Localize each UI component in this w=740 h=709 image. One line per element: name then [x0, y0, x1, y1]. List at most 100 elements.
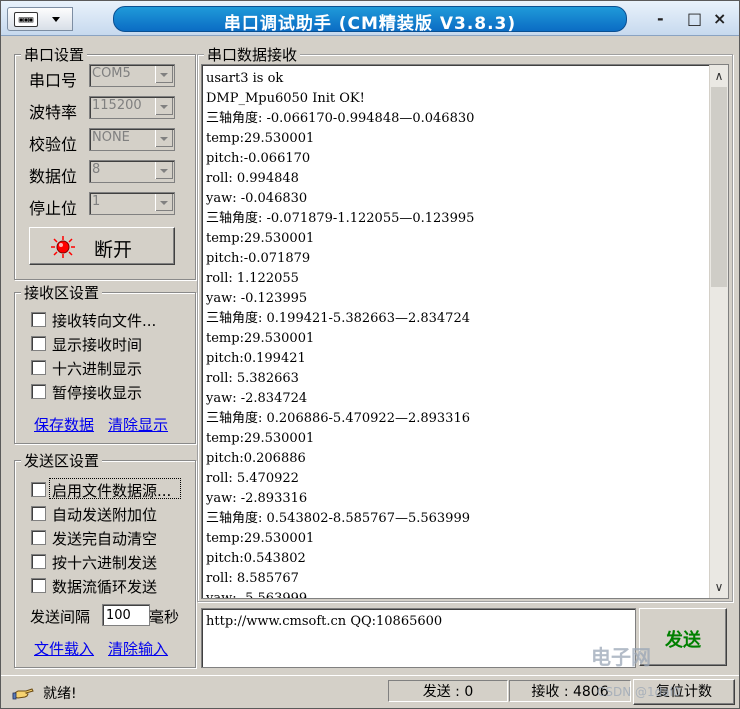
maximize-button[interactable]: □	[687, 9, 702, 28]
receive-settings-legend: 接收区设置	[21, 282, 103, 303]
stopbits-select[interactable]: 1	[89, 192, 175, 215]
keyboard-icon: ▣▣▣	[14, 12, 38, 27]
receive-line: pitch:-0.066170	[206, 151, 311, 166]
receive-lines: usart3 is ok DMP_Mpu6050 Init OK! 三轴角度: -0…	[206, 69, 706, 599]
title-pill: 串口调试助手 (CM精装版 V3.8.3)	[113, 6, 627, 34]
close-button[interactable]: ×	[713, 9, 726, 28]
window-title: 串口调试助手 (CM精装版 V3.8.3)	[223, 14, 517, 34]
send-button-label: 发送	[665, 630, 701, 651]
databits-value: 8	[92, 162, 101, 177]
hex-send-checkbox[interactable]	[31, 554, 46, 569]
receive-line: roll: 1.122055	[206, 271, 299, 286]
pause-receive-checkbox[interactable]	[31, 384, 46, 399]
receive-line: yaw: -2.834724	[206, 391, 308, 406]
loop-send-label: 数据流循环发送	[52, 578, 158, 596]
auto-clear-checkbox[interactable]	[31, 530, 46, 545]
port-value: COM5	[92, 66, 131, 81]
minimize-button[interactable]: -	[657, 9, 664, 28]
send-textarea[interactable]: http://www.cmsoft.cn QQ:10865600	[201, 608, 636, 668]
receive-line: yaw: -0.046830	[206, 191, 308, 206]
title-bar: ▣▣▣ 串口调试助手 (CM精装版 V3.8.3) - □ ×	[1, 1, 739, 36]
watermark-credit: CSDN @1dal0	[597, 685, 681, 699]
receive-line: 三轴角度: -0.071879-1.122055—0.123995	[206, 211, 475, 226]
chevron-down-icon	[52, 17, 60, 22]
status-led-icon	[51, 236, 75, 258]
show-receive-time-checkbox[interactable]	[31, 336, 46, 351]
status-ready: 就绪!	[43, 686, 77, 702]
chevron-down-icon[interactable]	[155, 130, 173, 147]
parity-label: 校验位	[29, 135, 78, 154]
receive-line: roll: 8.585767	[206, 571, 299, 586]
vertical-scrollbar[interactable]: ∧ ∨	[709, 65, 728, 598]
receive-line: temp:29.530001	[206, 231, 315, 246]
disconnect-label: 断开	[94, 239, 133, 261]
receive-textarea[interactable]: usart3 is ok DMP_Mpu6050 Init OK! 三轴角度: -0…	[201, 64, 729, 599]
pointing-hand-icon	[12, 688, 34, 700]
file-source-checkbox[interactable]	[31, 482, 46, 497]
auto-append-checkbox[interactable]	[31, 506, 46, 521]
focus-rect	[49, 478, 181, 499]
watermark-logo: 电子网	[591, 645, 651, 669]
interval-input[interactable]	[102, 604, 150, 626]
receive-area-legend: 串口数据接收	[204, 44, 301, 65]
receive-line: temp:29.530001	[206, 431, 315, 446]
receive-line: pitch:-0.071879	[206, 251, 311, 266]
stopbits-value: 1	[92, 194, 101, 209]
chevron-down-icon[interactable]	[155, 66, 173, 83]
receive-line: yaw: -2.893316	[206, 491, 308, 506]
auto-clear-label: 发送完自动清空	[52, 530, 158, 548]
receive-line: yaw: -5.563999	[206, 591, 308, 599]
receive-line: pitch:0.199421	[206, 351, 306, 366]
chevron-down-icon[interactable]	[155, 162, 173, 179]
parity-select[interactable]: NONE	[89, 128, 175, 151]
chevron-down-icon[interactable]	[155, 194, 173, 211]
hex-display-checkbox[interactable]	[31, 360, 46, 375]
receive-line: DMP_Mpu6050 Init OK!	[206, 91, 365, 106]
load-file-link[interactable]: 文件载入	[34, 638, 94, 659]
receive-line: pitch:0.206886	[206, 451, 306, 466]
receive-line: roll: 5.382663	[206, 371, 299, 386]
pause-receive-label: 暂停接收显示	[52, 384, 143, 402]
databits-select[interactable]: 8	[89, 160, 175, 183]
baud-label: 波特率	[29, 103, 78, 122]
receive-line: 三轴角度: 0.206886-5.470922—2.893316	[206, 411, 470, 426]
receive-line: roll: 5.470922	[206, 471, 299, 486]
send-button[interactable]: 发送	[639, 608, 727, 666]
receive-to-file-checkbox[interactable]	[31, 312, 46, 327]
serial-settings-legend: 串口设置	[21, 44, 88, 65]
parity-value: NONE	[92, 130, 130, 145]
loop-send-checkbox[interactable]	[31, 578, 46, 593]
clear-input-link[interactable]: 清除输入	[108, 638, 168, 659]
receive-line: 三轴角度: 0.543802-8.585767—5.563999	[206, 511, 470, 526]
hex-display-label: 十六进制显示	[52, 360, 143, 378]
receive-line: pitch:0.543802	[206, 551, 306, 566]
clear-display-link[interactable]: 清除显示	[108, 414, 168, 435]
interval-unit: 毫秒	[149, 608, 180, 626]
scrollbar-thumb[interactable]	[711, 87, 727, 287]
sent-count-panel: 发送 : 0	[388, 680, 508, 702]
receive-line: 三轴角度: 0.199421-5.382663—2.834724	[206, 311, 470, 326]
databits-label: 数据位	[29, 167, 78, 186]
receive-line: usart3 is ok	[206, 71, 284, 86]
chevron-down-icon[interactable]	[155, 98, 173, 115]
hex-send-label: 按十六进制发送	[52, 554, 158, 572]
receive-line: temp:29.530001	[206, 331, 315, 346]
port-select[interactable]: COM5	[89, 64, 175, 87]
receive-line: 三轴角度: -0.066170-0.994848—0.046830	[206, 111, 475, 126]
save-data-link[interactable]: 保存数据	[34, 414, 94, 435]
baud-select[interactable]: 115200	[89, 96, 175, 119]
scroll-down-arrow[interactable]: ∨	[710, 578, 728, 596]
interval-label: 发送间隔	[30, 608, 91, 626]
receive-line: yaw: -0.123995	[206, 291, 308, 306]
auto-append-label: 自动发送附加位	[52, 506, 158, 524]
scroll-up-arrow[interactable]: ∧	[710, 67, 728, 85]
system-menu-button[interactable]: ▣▣▣	[7, 7, 73, 31]
app-window: ▣▣▣ 串口调试助手 (CM精装版 V3.8.3) - □ × 串口设置 串口号…	[0, 0, 740, 709]
sent-count: 发送 : 0	[422, 684, 474, 700]
port-label: 串口号	[29, 71, 78, 90]
receive-line: temp:29.530001	[206, 531, 315, 546]
disconnect-button[interactable]: 断开	[29, 227, 175, 265]
show-receive-time-label: 显示接收时间	[52, 336, 143, 354]
receive-line: roll: 0.994848	[206, 171, 299, 186]
receive-line: temp:29.530001	[206, 131, 315, 146]
